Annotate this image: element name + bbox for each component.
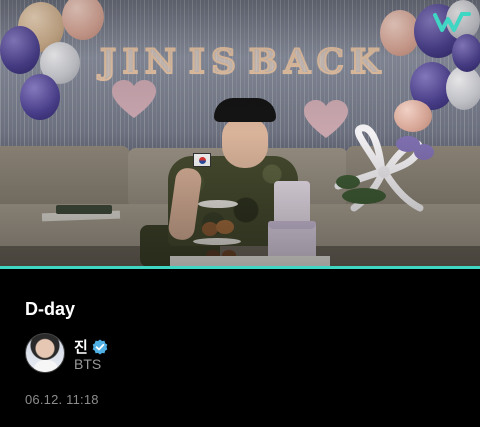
author-name[interactable]: 진 [74,336,88,357]
avatar[interactable] [25,333,65,373]
author-line: 진 [74,336,108,357]
media-progress-fill [0,266,480,269]
media-progress-bar[interactable] [0,266,480,269]
post-timestamp: 06.12. 11:18 [25,392,99,407]
artist-group: BTS [74,356,102,372]
post-photo[interactable]: J I N I S B A C K [0,0,480,267]
post-title: D-day [25,299,76,319]
weverse-logo-icon [433,12,471,32]
verified-badge-icon [92,339,108,354]
